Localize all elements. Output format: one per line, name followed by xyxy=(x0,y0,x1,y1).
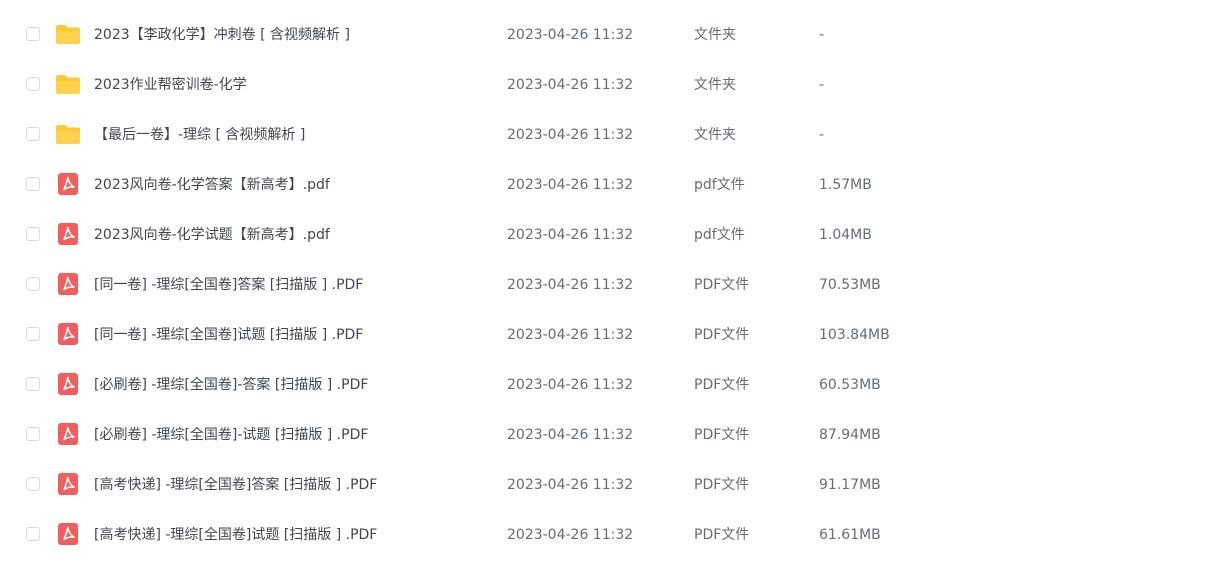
pdf-icon xyxy=(55,422,81,446)
file-row[interactable]: 2023风向卷-化学试题【新高考】.pdf 2023-04-26 11:32 pdf… xyxy=(0,210,1214,260)
folder-icon xyxy=(55,122,81,146)
folder-icon xyxy=(55,22,81,46)
file-size: 91.17MB xyxy=(819,477,881,493)
row-checkbox[interactable] xyxy=(26,127,40,141)
file-date: 2023-04-26 11:32 xyxy=(507,527,634,543)
file-type: 文件夹 xyxy=(694,27,736,43)
pdf-icon xyxy=(55,472,81,496)
row-checkbox[interactable] xyxy=(26,327,40,341)
file-name[interactable]: 2023【李政化学】冲刺卷 [ 含视频解析 ] xyxy=(94,10,350,60)
file-name[interactable]: [同一卷] -理综[全国卷]试题 [扫描版 ] .PDF xyxy=(94,310,363,360)
file-size: 61.61MB xyxy=(819,527,881,543)
file-date: 2023-04-26 11:32 xyxy=(507,77,634,93)
file-row[interactable]: 【最后一卷】-理综 [ 含视频解析 ] 2023-04-26 11:32 文件夹 - xyxy=(0,110,1214,160)
file-row[interactable]: [高考快递] -理综[全国卷]试题 [扫描版 ] .PDF 2023-04-26 … xyxy=(0,510,1214,560)
pdf-icon xyxy=(55,172,81,196)
file-type: PDF文件 xyxy=(694,327,750,343)
file-date: 2023-04-26 11:32 xyxy=(507,477,634,493)
file-date: 2023-04-26 11:32 xyxy=(507,27,634,43)
file-type: 文件夹 xyxy=(694,77,736,93)
file-list: 2023【李政化学】冲刺卷 [ 含视频解析 ] 2023-04-26 11:32 文… xyxy=(0,0,1214,569)
row-checkbox[interactable] xyxy=(26,27,40,41)
pdf-icon xyxy=(55,222,81,246)
file-size: - xyxy=(819,27,825,43)
file-type: PDF文件 xyxy=(694,377,750,393)
file-type: PDF文件 xyxy=(694,277,750,293)
file-date: 2023-04-26 11:32 xyxy=(507,127,634,143)
file-row[interactable]: [高考快递] -理综[全国卷]答案 [扫描版 ] .PDF 2023-04-26 … xyxy=(0,460,1214,510)
file-size: 60.53MB xyxy=(819,377,881,393)
file-row[interactable]: [同一卷] -理综[全国卷]答案 [扫描版 ] .PDF 2023-04-26 1… xyxy=(0,260,1214,310)
row-checkbox[interactable] xyxy=(26,477,40,491)
file-date: 2023-04-26 11:32 xyxy=(507,227,634,243)
file-name[interactable]: 2023风向卷-化学答案【新高考】.pdf xyxy=(94,160,330,210)
file-name[interactable]: 【最后一卷】-理综 [ 含视频解析 ] xyxy=(94,110,305,160)
file-row[interactable]: 2023【李政化学】冲刺卷 [ 含视频解析 ] 2023-04-26 11:32 文… xyxy=(0,10,1214,60)
pdf-icon xyxy=(55,322,81,346)
folder-icon xyxy=(55,72,81,96)
file-size: 1.04MB xyxy=(819,227,872,243)
file-size: 70.53MB xyxy=(819,277,881,293)
file-name[interactable]: [高考快递] -理综[全国卷]答案 [扫描版 ] .PDF xyxy=(94,460,377,510)
row-checkbox[interactable] xyxy=(26,77,40,91)
pdf-icon xyxy=(55,522,81,546)
row-checkbox[interactable] xyxy=(26,377,40,391)
file-date: 2023-04-26 11:32 xyxy=(507,377,634,393)
file-date: 2023-04-26 11:32 xyxy=(507,277,634,293)
row-checkbox[interactable] xyxy=(26,177,40,191)
file-size: 103.84MB xyxy=(819,327,890,343)
row-checkbox[interactable] xyxy=(26,277,40,291)
file-size: - xyxy=(819,127,825,143)
file-type: pdf文件 xyxy=(694,177,745,193)
file-type: PDF文件 xyxy=(694,477,750,493)
file-name[interactable]: 2023作业帮密训卷-化学 xyxy=(94,60,247,110)
file-size: 87.94MB xyxy=(819,427,881,443)
file-row[interactable]: 2023作业帮密训卷-化学 2023-04-26 11:32 文件夹 - xyxy=(0,60,1214,110)
pdf-icon xyxy=(55,372,81,396)
row-checkbox[interactable] xyxy=(26,427,40,441)
file-type: pdf文件 xyxy=(694,227,745,243)
file-date: 2023-04-26 11:32 xyxy=(507,177,634,193)
file-size: 1.57MB xyxy=(819,177,872,193)
file-row[interactable]: 2023风向卷-化学答案【新高考】.pdf 2023-04-26 11:32 pdf… xyxy=(0,160,1214,210)
row-checkbox[interactable] xyxy=(26,527,40,541)
file-row[interactable]: [必刷卷] -理综[全国卷]-答案 [扫描版 ] .PDF 2023-04-26 … xyxy=(0,360,1214,410)
file-date: 2023-04-26 11:32 xyxy=(507,327,634,343)
file-name[interactable]: [必刷卷] -理综[全国卷]-试题 [扫描版 ] .PDF xyxy=(94,410,368,460)
pdf-icon xyxy=(55,272,81,296)
file-date: 2023-04-26 11:32 xyxy=(507,427,634,443)
file-type: PDF文件 xyxy=(694,427,750,443)
file-name[interactable]: [同一卷] -理综[全国卷]答案 [扫描版 ] .PDF xyxy=(94,260,363,310)
file-type: PDF文件 xyxy=(694,527,750,543)
file-name[interactable]: [必刷卷] -理综[全国卷]-答案 [扫描版 ] .PDF xyxy=(94,360,368,410)
row-checkbox[interactable] xyxy=(26,227,40,241)
file-row[interactable]: [同一卷] -理综[全国卷]试题 [扫描版 ] .PDF 2023-04-26 1… xyxy=(0,310,1214,360)
file-name[interactable]: [高考快递] -理综[全国卷]试题 [扫描版 ] .PDF xyxy=(94,510,377,560)
file-name[interactable]: 2023风向卷-化学试题【新高考】.pdf xyxy=(94,210,330,260)
file-row[interactable]: [必刷卷] -理综[全国卷]-试题 [扫描版 ] .PDF 2023-04-26 … xyxy=(0,410,1214,460)
file-size: - xyxy=(819,77,825,93)
file-type: 文件夹 xyxy=(694,127,736,143)
